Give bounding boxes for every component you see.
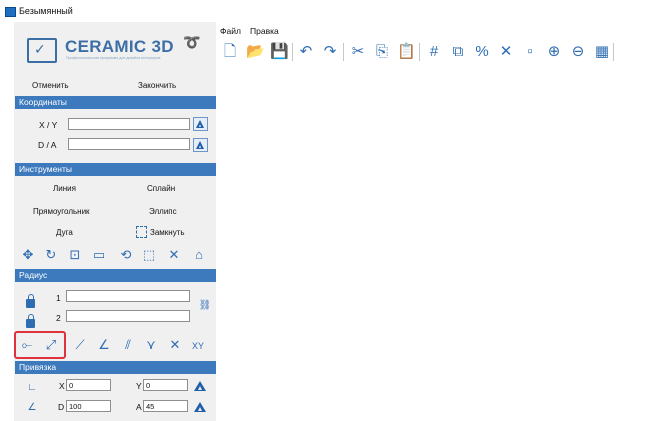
tool-rectangle-button[interactable]: Прямоугольник: [33, 207, 90, 216]
toolbar-separator: [292, 43, 293, 61]
snap-parallel-icon[interactable]: ⫽: [120, 338, 136, 352]
tools-section-header: Инструменты: [15, 163, 216, 176]
snap-line-icon[interactable]: ⤢: [43, 338, 59, 352]
da-binding-apply-button[interactable]: [193, 400, 207, 414]
tool-close-button[interactable]: Замкнуть: [150, 228, 185, 237]
zoom-out-icon[interactable]: ⊖: [569, 43, 587, 61]
logo-checkbox-icon: ✓: [27, 38, 57, 63]
move-icon[interactable]: ✥: [20, 248, 36, 262]
a-label: A: [136, 402, 142, 412]
save-icon[interactable]: 💾: [270, 43, 289, 61]
snap-angle-icon[interactable]: ∠: [96, 338, 112, 352]
radius-2-input[interactable]: [66, 310, 190, 322]
radius-1-input[interactable]: [66, 290, 190, 302]
tool-arc-button[interactable]: Дуга: [56, 228, 73, 237]
undo-button[interactable]: Отменить: [32, 81, 69, 90]
angle-icon: ∠: [27, 402, 37, 413]
logo-name: CERAMIC 3D: [65, 37, 174, 56]
toolbar-separator: [613, 43, 614, 61]
menu-file[interactable]: Файл: [220, 26, 241, 36]
da-apply-button[interactable]: [193, 138, 208, 152]
x-label: X: [59, 381, 65, 391]
snap-endpoint-icon[interactable]: ⟜: [19, 338, 35, 352]
insert-point-icon[interactable]: ▭: [91, 248, 107, 262]
coordinates-section-header: Координаты: [15, 96, 216, 109]
da-label: D / A: [38, 140, 57, 150]
mirror-icon[interactable]: ⌂: [191, 248, 207, 262]
x-input[interactable]: 0: [66, 379, 111, 391]
xy-input[interactable]: [68, 118, 190, 130]
drawing-canvas[interactable]: [218, 66, 651, 421]
axis-icon: ∟: [27, 382, 37, 393]
coordinates-header-label: Координаты: [19, 97, 67, 107]
tool-ellipse-button[interactable]: Эллипс: [149, 207, 177, 216]
lock-icon-2[interactable]: [26, 314, 35, 328]
xy-apply-button[interactable]: [193, 117, 208, 131]
radius-section-header: Радиус: [15, 269, 216, 282]
cross-icon[interactable]: ✕: [497, 43, 515, 61]
frame-icon[interactable]: ▫: [521, 43, 539, 61]
snap-xy-button[interactable]: XY: [192, 341, 204, 351]
a-input[interactable]: 45: [143, 400, 188, 412]
copy-icon[interactable]: ⎘: [373, 43, 391, 61]
reset-icon[interactable]: ⟲: [118, 248, 134, 262]
window-title: Безымянный: [19, 6, 73, 16]
redo-icon[interactable]: ↷: [321, 43, 339, 61]
radius-2-label: 2: [56, 313, 61, 323]
xy-label: X / Y: [39, 120, 58, 130]
link-icon[interactable]: ⛓: [197, 299, 213, 313]
tool-line-button[interactable]: Линия: [53, 184, 76, 193]
radius-header-label: Радиус: [19, 270, 48, 280]
logo-tagline: Профессиональная программа для дизайна и…: [66, 56, 161, 60]
menu-edit[interactable]: Правка: [250, 26, 279, 36]
undo-icon[interactable]: ↶: [297, 43, 315, 61]
logo-swirl-icon: ➰: [183, 34, 201, 50]
rotate-icon[interactable]: ↻: [43, 248, 59, 262]
binding-section-header: Привязка: [15, 361, 216, 374]
lock-icon-1[interactable]: [26, 294, 35, 308]
grid-icon[interactable]: #: [425, 43, 443, 61]
d-label: D: [58, 402, 65, 412]
toolbar-separator: [343, 43, 344, 61]
y-label: Y: [136, 381, 142, 391]
snap-midpoint-icon[interactable]: ⟋: [72, 338, 88, 352]
app-icon: [5, 7, 16, 17]
cut-icon[interactable]: ✂: [349, 43, 367, 61]
radius-1-label: 1: [56, 293, 61, 303]
add-point-icon[interactable]: ⊡: [67, 248, 83, 262]
xy-binding-apply-button[interactable]: [193, 379, 207, 393]
y-input[interactable]: 0: [143, 379, 188, 391]
finish-button[interactable]: Закончить: [138, 81, 176, 90]
tool-spline-button[interactable]: Сплайн: [147, 184, 175, 193]
scale-icon[interactable]: ⬚: [141, 248, 157, 262]
title-bar: [0, 0, 651, 22]
window-icon[interactable]: ⧉: [449, 43, 467, 61]
zoom-in-icon[interactable]: ⊕: [545, 43, 563, 61]
delete-icon[interactable]: ✕: [166, 248, 182, 262]
open-folder-icon[interactable]: 📂: [246, 43, 265, 61]
close-shape-icon: [136, 226, 147, 238]
snap-intersection-icon[interactable]: ✕: [167, 338, 183, 352]
da-input[interactable]: [68, 138, 190, 150]
tools-header-label: Инструменты: [19, 164, 73, 174]
zoom-all-icon[interactable]: ▦: [593, 43, 611, 61]
toolbar-separator: [419, 43, 420, 61]
d-input[interactable]: 100: [66, 400, 111, 412]
paste-icon[interactable]: 📋: [397, 43, 416, 61]
new-file-icon[interactable]: 🗋: [221, 43, 239, 61]
binding-header-label: Привязка: [19, 362, 57, 372]
percent-icon[interactable]: %: [473, 43, 491, 61]
snap-bisector-icon[interactable]: ⋎: [143, 338, 159, 352]
